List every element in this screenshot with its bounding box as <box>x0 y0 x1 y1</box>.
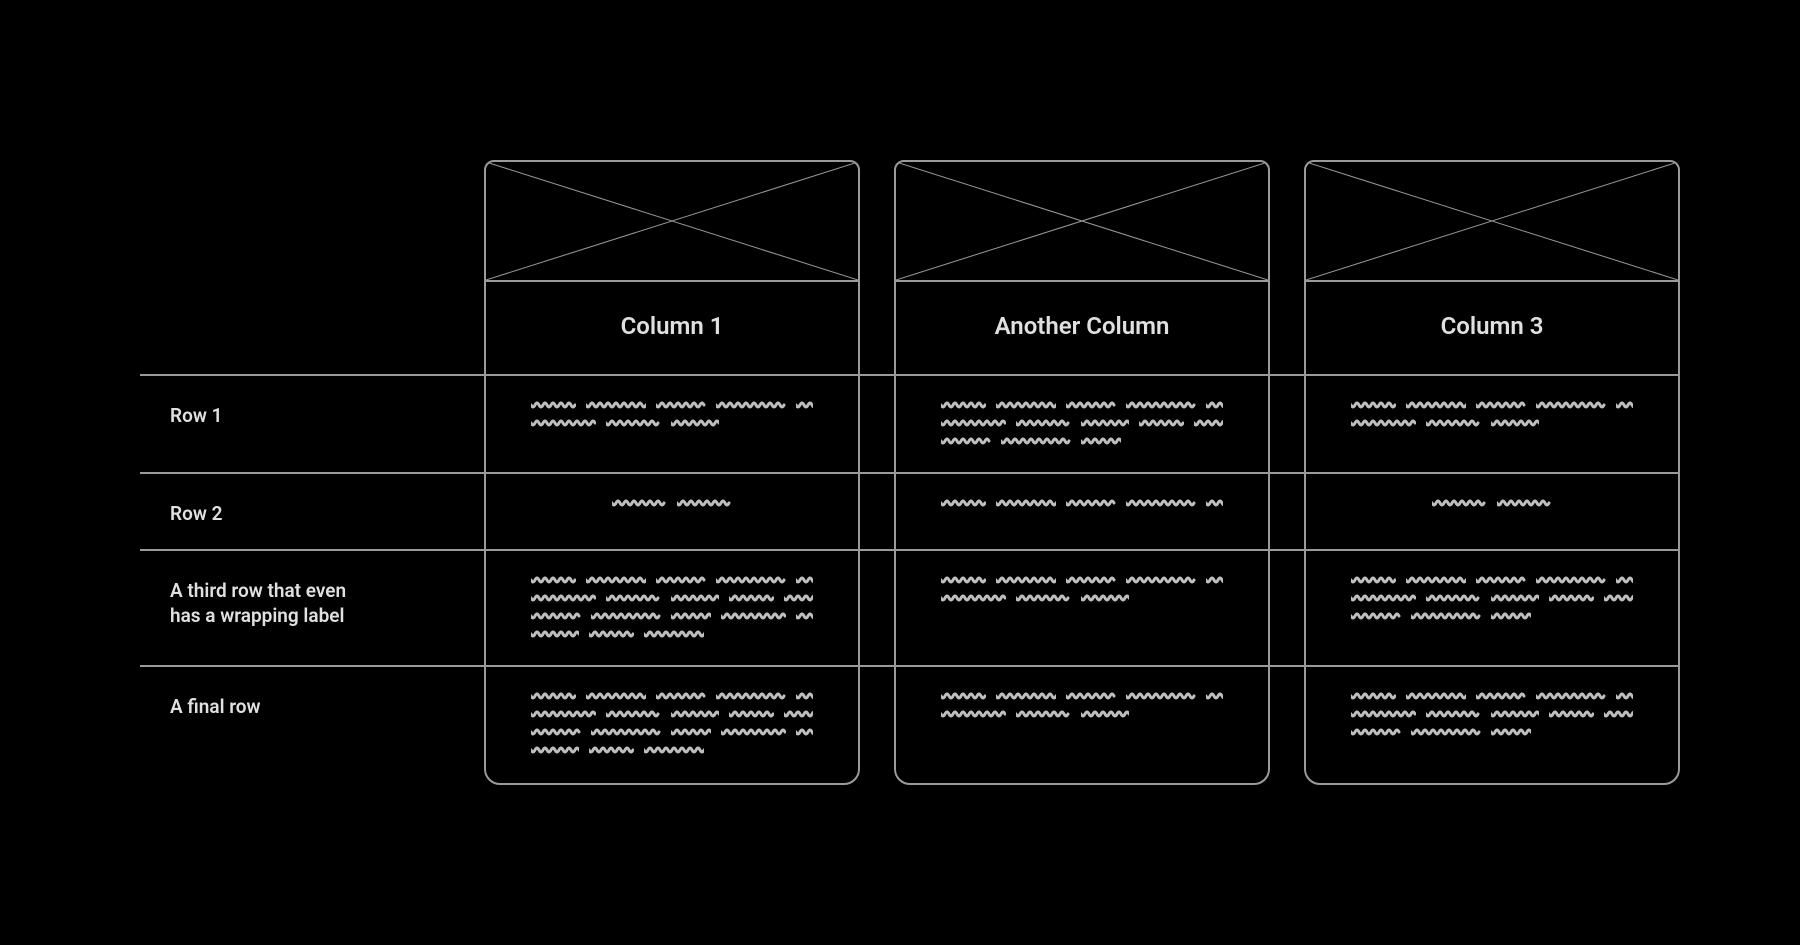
row-label: A third row that even has a wrapping lab… <box>120 553 400 669</box>
table-cell <box>896 665 1268 781</box>
table-cell <box>486 665 858 781</box>
table-cell <box>1306 472 1678 549</box>
column-title: Another Column <box>896 282 1268 374</box>
row-divider <box>140 374 1680 376</box>
table-cell <box>1306 549 1678 665</box>
table-cell <box>1306 665 1678 781</box>
row-divider <box>140 549 1680 551</box>
comparison-table: Row 1Row 2A third row that even has a wr… <box>120 160 1680 785</box>
row-label: A final row <box>120 669 400 785</box>
row-divider <box>140 665 1680 667</box>
column-title: Column 3 <box>1306 282 1678 374</box>
column-title: Column 1 <box>486 282 858 374</box>
table-cell <box>486 549 858 665</box>
row-divider <box>140 472 1680 474</box>
image-placeholder <box>486 162 858 282</box>
table-cell <box>486 472 858 549</box>
table-cell <box>896 472 1268 549</box>
image-placeholder <box>896 162 1268 282</box>
table-cell <box>1306 374 1678 472</box>
row-label: Row 2 <box>120 476 400 553</box>
table-cell <box>486 374 858 472</box>
table-cell <box>896 549 1268 665</box>
image-placeholder <box>1306 162 1678 282</box>
row-label: Row 1 <box>120 378 400 476</box>
table-cell <box>896 374 1268 472</box>
